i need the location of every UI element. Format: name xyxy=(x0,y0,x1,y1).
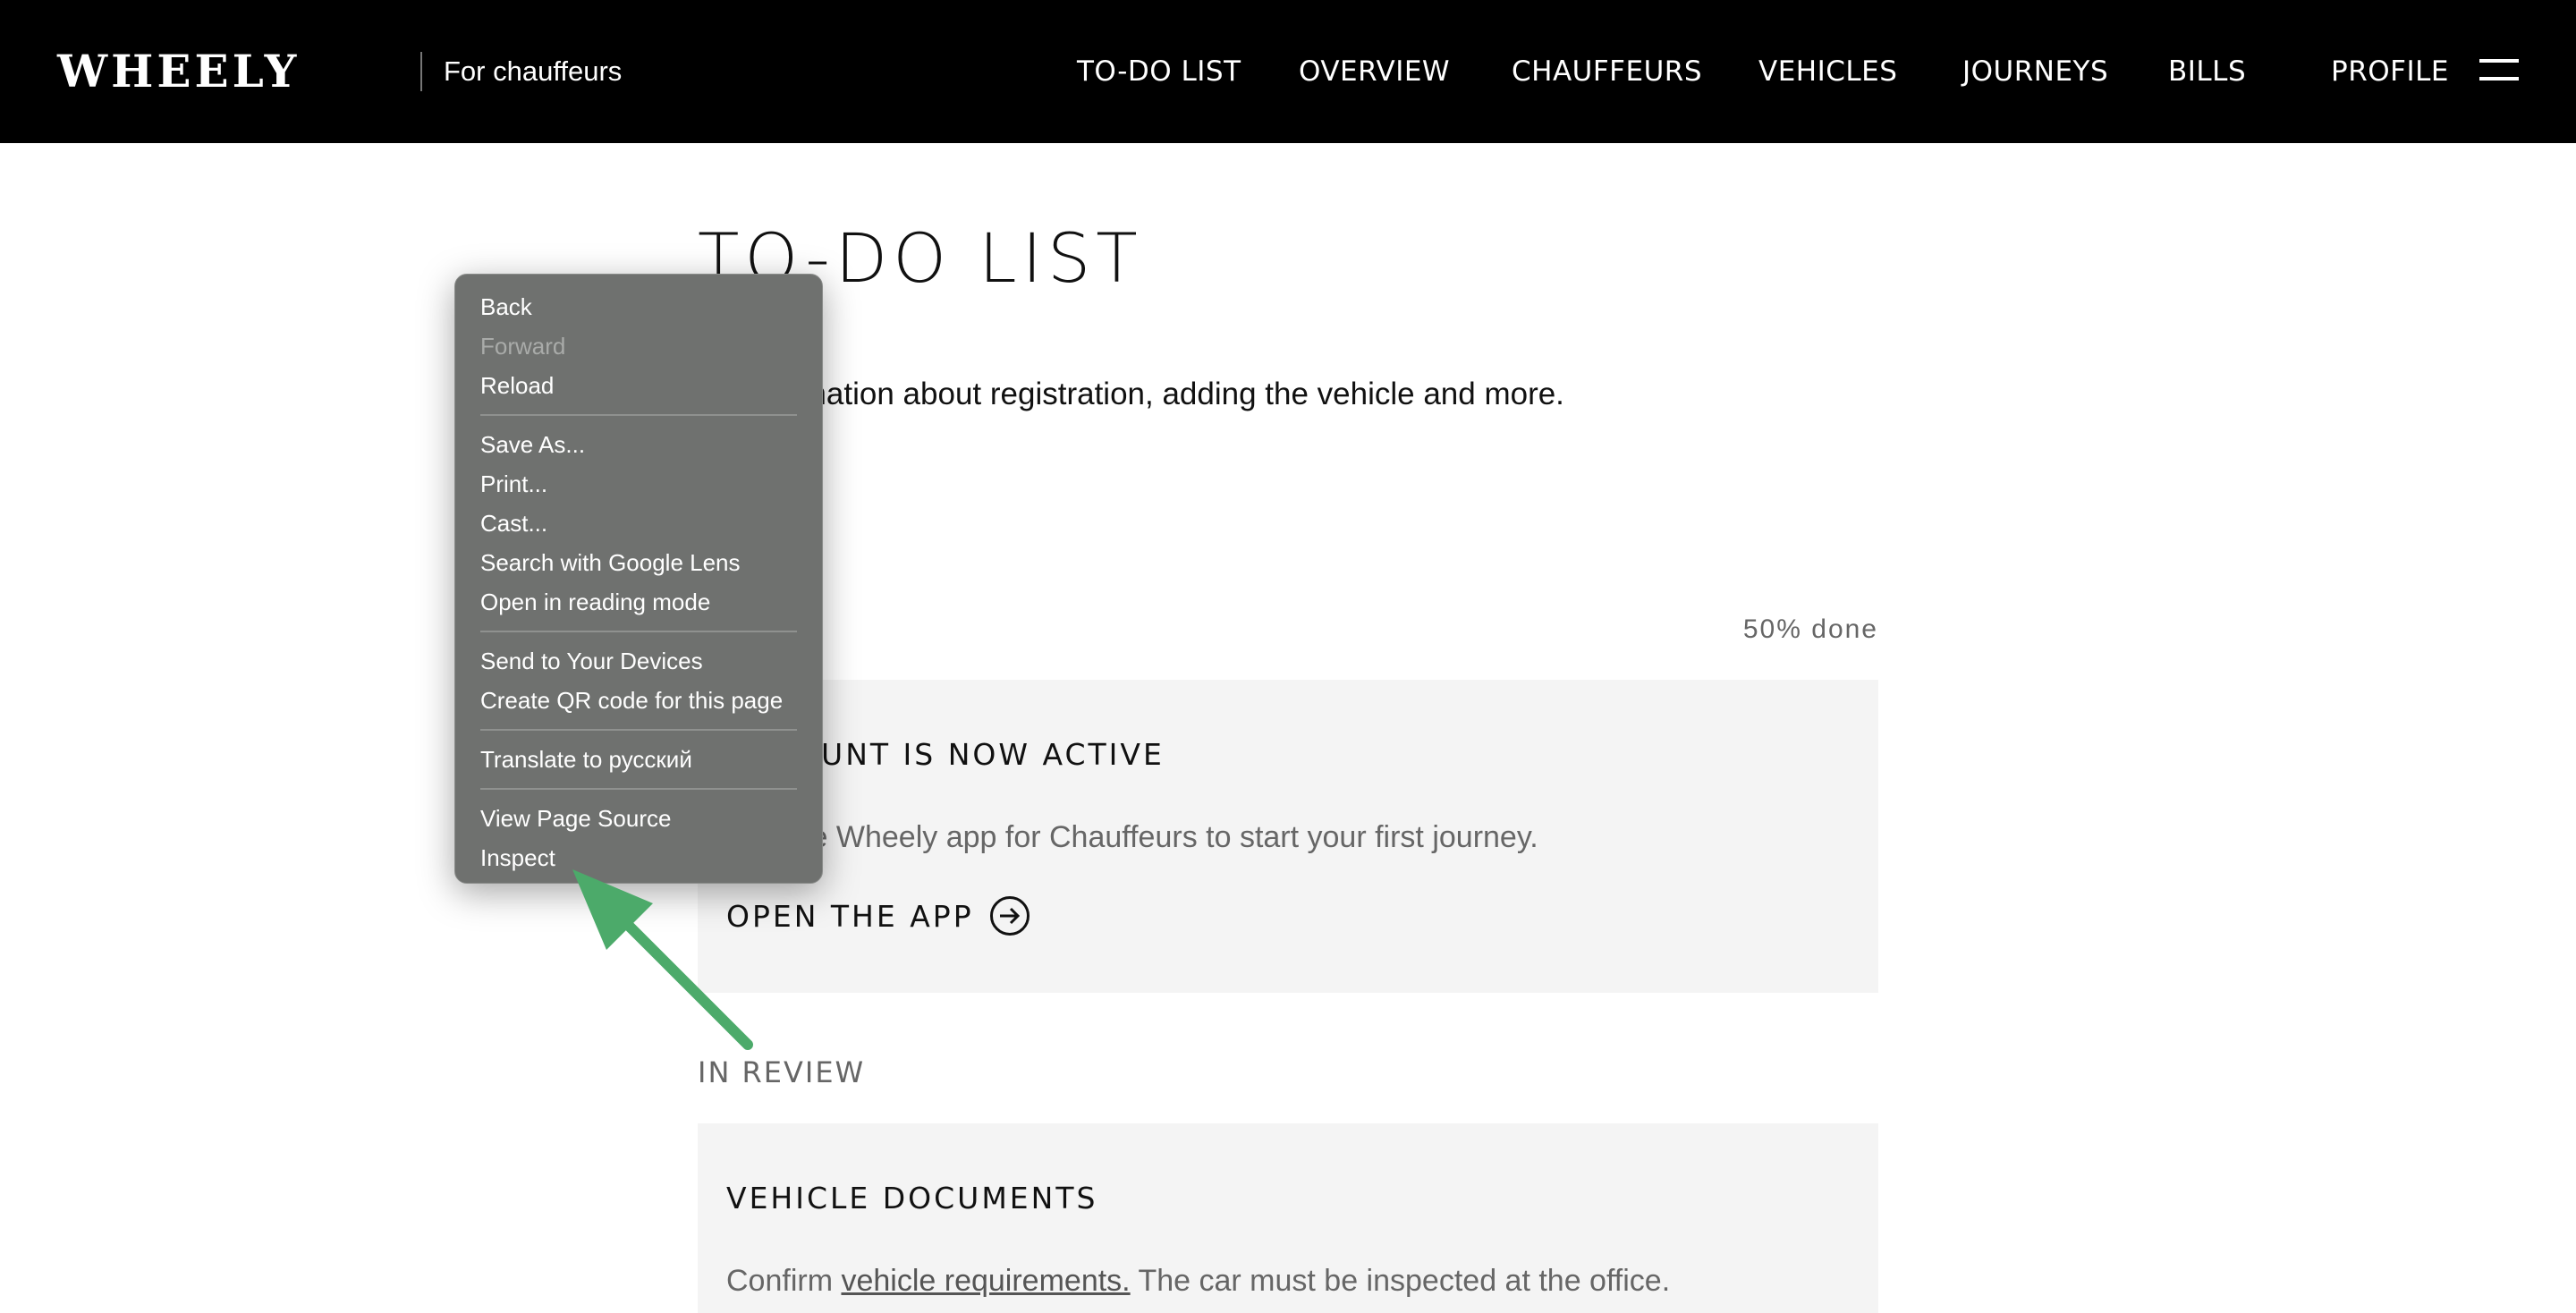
menu-separator xyxy=(480,788,797,790)
nav-journeys[interactable]: JOURNEYS xyxy=(1962,54,2108,89)
card-text-end: The car must be inspected at the office. xyxy=(1130,1264,1671,1298)
menu-item-create-qr[interactable]: Create QR code for this page xyxy=(480,681,797,720)
wheely-logo[interactable]: WHEELY xyxy=(57,45,300,98)
nav-chauffeurs[interactable]: CHAUFFEURS xyxy=(1512,54,1702,89)
hamburger-menu-icon[interactable] xyxy=(2479,59,2519,82)
nav-vehicles[interactable]: VEHICLES xyxy=(1758,54,1897,89)
menu-item-print[interactable]: Print... xyxy=(480,464,797,504)
top-nav-bar: WHEELY For chauffeurs TO-DO LIST OVERVIE… xyxy=(0,0,2576,143)
header-divider xyxy=(420,52,422,91)
menu-item-save-as[interactable]: Save As... xyxy=(480,425,797,464)
card-text: Confirm vehicle requirements. The car mu… xyxy=(726,1261,1670,1300)
progress-status: 50% done xyxy=(1742,614,1878,644)
menu-item-translate[interactable]: Translate to русский xyxy=(480,740,797,779)
menu-item-back[interactable]: Back xyxy=(480,287,797,326)
open-app-link[interactable]: OPEN THE APP xyxy=(726,896,1030,936)
nav-profile[interactable]: PROFILE xyxy=(2331,54,2449,89)
menu-separator xyxy=(480,631,797,632)
section-label-in-review: IN REVIEW xyxy=(698,1055,866,1089)
menu-separator xyxy=(480,729,797,731)
menu-item-reload[interactable]: Reload xyxy=(480,366,797,405)
account-active-card: ACCOUNT IS NOW ACTIVE oad the Wheely app… xyxy=(698,680,1878,993)
menu-item-google-lens[interactable]: Search with Google Lens xyxy=(480,543,797,582)
context-menu: Back Forward Reload Save As... Print... … xyxy=(454,274,823,884)
menu-item-forward: Forward xyxy=(480,333,566,360)
menu-item-view-source[interactable]: View Page Source xyxy=(480,799,797,838)
card-text: oad the Wheely app for Chauffeurs to sta… xyxy=(726,820,1538,854)
nav-overview[interactable]: OVERVIEW xyxy=(1299,54,1450,89)
vehicle-requirements-link[interactable]: vehicle requirements. xyxy=(841,1264,1130,1298)
nav-bills[interactable]: BILLS xyxy=(2168,54,2246,89)
annotation-arrow-icon xyxy=(572,869,753,1050)
menu-separator xyxy=(480,414,797,416)
arrow-right-circle-icon xyxy=(989,896,1030,936)
menu-item-cast[interactable]: Cast... xyxy=(480,504,797,543)
vehicle-documents-card: VEHICLE DOCUMENTS Confirm vehicle requir… xyxy=(698,1123,1878,1313)
header-subtitle: For chauffeurs xyxy=(444,55,623,87)
card-title: VEHICLE DOCUMENTS xyxy=(726,1181,1098,1216)
menu-item-send-to-devices[interactable]: Send to Your Devices xyxy=(480,641,797,681)
card-text-start: Confirm xyxy=(726,1264,842,1298)
nav-todo-list[interactable]: TO-DO LIST xyxy=(1077,54,1241,89)
menu-item-reading-mode[interactable]: Open in reading mode xyxy=(480,582,797,622)
intro-text: ful information about registration, addi… xyxy=(698,377,1564,411)
